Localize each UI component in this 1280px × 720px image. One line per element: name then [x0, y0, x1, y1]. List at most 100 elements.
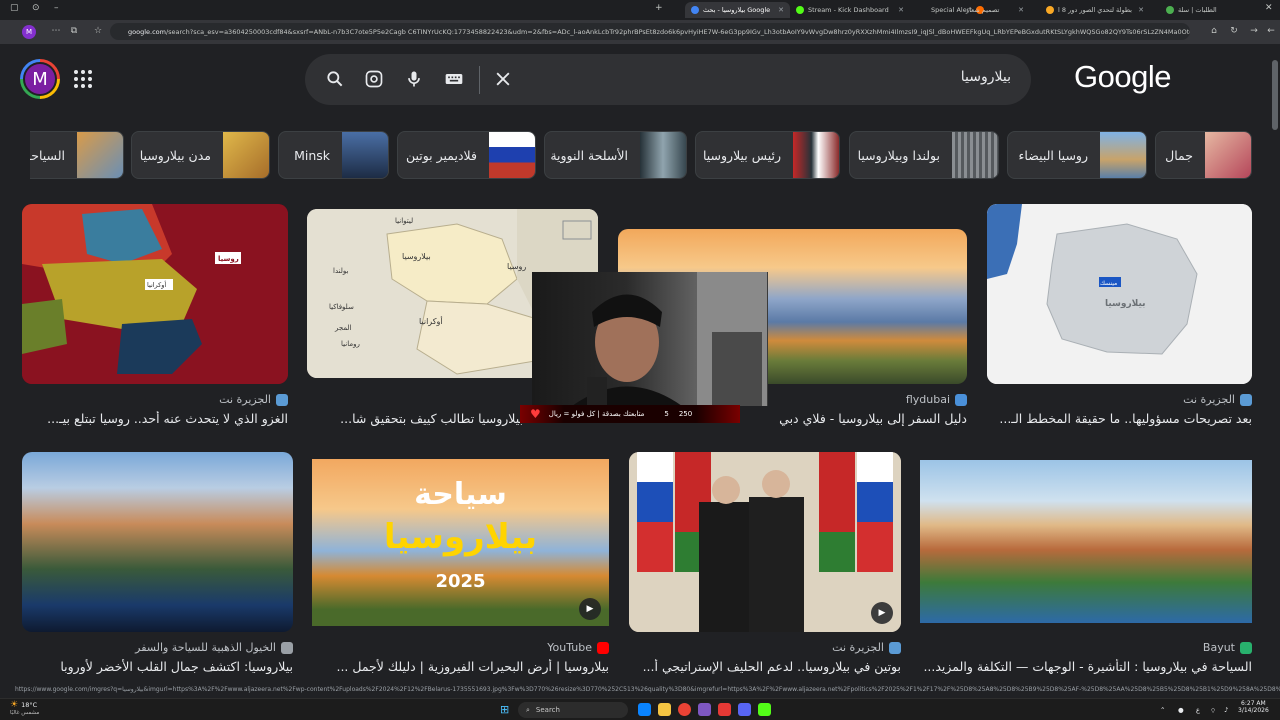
lens-icon[interactable] [364, 69, 384, 89]
tab-google-search[interactable]: بيلاروسيا - بحث Google ✕ [685, 2, 790, 18]
network-icon[interactable]: ⌔ [1210, 703, 1216, 717]
result-thumbnail[interactable]: مينسك بيلاروسيا [987, 204, 1252, 384]
url-path: /search?sca_esv=a3604250003cdf84&sxsrf=A… [165, 27, 1190, 36]
play-video-icon[interactable]: ▶ [579, 598, 601, 620]
close-window-icon[interactable]: ✕ [1265, 3, 1273, 13]
chip-label: بولندا وبيلاروسيا [857, 147, 940, 163]
result-title[interactable]: السياحة في بيلاروسيا : التأشيرة - الوجها… [920, 659, 1252, 674]
chip-thumbnail [1205, 132, 1251, 178]
tab-search-icon[interactable]: ⧉ [68, 26, 80, 36]
result-thumbnail[interactable]: سياحة بيلاروسيا 2025 ▶ [312, 459, 609, 626]
result-source[interactable]: YouTube [547, 641, 609, 654]
image-result[interactable]: مينسك بيلاروسيا الجزيرة نت بعد تصريحات م… [987, 204, 1252, 430]
result-source[interactable]: الجزيرة نت [219, 393, 288, 406]
windows-start-icon[interactable]: ⊞ [500, 702, 509, 716]
account-avatar[interactable]: M [20, 59, 60, 99]
microphone-tray-icon[interactable]: ● [1178, 703, 1184, 717]
google-logo[interactable]: Google [1074, 59, 1171, 95]
result-thumbnail[interactable] [920, 460, 1252, 623]
chip-thumbnail [489, 132, 535, 178]
forward-icon[interactable]: → [1248, 26, 1260, 36]
result-source[interactable]: الجزيرة نت [832, 641, 901, 654]
chip-thumbnail [793, 132, 839, 178]
chip-belarus-president[interactable]: رئيس بيلاروسيا [695, 131, 840, 179]
close-tab-icon[interactable]: ✕ [898, 6, 904, 14]
new-tab-button[interactable]: + [655, 3, 663, 13]
taskbar-app-icon[interactable] [698, 703, 711, 716]
image-result[interactable]: ▶ الجزيرة نت بوتين في بيلاروسيا.. لدعم ا… [629, 452, 901, 680]
result-source[interactable]: flydubai [906, 393, 967, 406]
result-thumbnail[interactable] [22, 452, 293, 632]
play-video-icon[interactable]: ▶ [871, 602, 893, 624]
tab-logo-design[interactable]: تصميم شعار [960, 2, 1040, 18]
chip-belarus-cities[interactable]: مدن بيلاروسيا [131, 131, 270, 179]
result-title[interactable]: بيلاروسيا: اكتشف جمال القلب الأخضر لأورو… [22, 659, 293, 674]
google-apps-icon[interactable] [74, 70, 92, 88]
weather-temp: 18°C [21, 701, 38, 709]
page-scrollbar[interactable] [1272, 60, 1278, 130]
tab-photo-contest[interactable]: بطولة لتحدي الصور دور 8 ا ✕ [1040, 2, 1150, 18]
result-title[interactable]: الغزو الذي لا يتحدث عنه أحد.. روسيا تبتل… [22, 411, 288, 426]
minimize-icon[interactable]: – [54, 3, 59, 13]
result-title[interactable]: بعد تصريحات مسؤوليها.. ما حقيقة المخطط ا… [987, 411, 1252, 426]
thumbnail-heading-accent: بيلاروسيا [383, 517, 538, 557]
browser-profile-icon[interactable]: M [22, 25, 36, 39]
clock[interactable]: 6:27 AM 3/14/2026 [1238, 700, 1269, 714]
microphone-icon[interactable] [404, 69, 424, 89]
chrome-icon[interactable] [678, 703, 691, 716]
input-language[interactable]: ع [1196, 703, 1200, 717]
banner-goal: 250 [678, 410, 693, 418]
back-icon[interactable]: ← [1265, 26, 1277, 36]
tab-salla-orders[interactable]: الطلبات | سلة [1160, 2, 1250, 18]
link-status-bar: https://www.google.com/imgres?q=بيلاروسي… [15, 686, 1280, 698]
taskbar-app-icon[interactable] [638, 703, 651, 716]
close-tab-icon[interactable]: ✕ [778, 6, 784, 14]
source-name: الجزيرة نت [219, 393, 271, 406]
chip-vladimir-putin[interactable]: فلاديمير بوتين [397, 131, 536, 179]
taskbar-search[interactable]: ⌕ Search [518, 702, 628, 718]
reload-icon[interactable]: ↻ [1228, 26, 1240, 36]
result-thumbnail[interactable]: روسيا أوكرانيا [22, 204, 288, 384]
result-source[interactable]: Bayut [1203, 641, 1252, 654]
chip-white-russia[interactable]: روسيا البيضاء [1007, 131, 1147, 179]
result-source[interactable]: الخيول الذهبية للسياحة والسفر [135, 641, 293, 654]
search-query[interactable]: بيلاروسيا [961, 69, 1011, 85]
weather-widget[interactable]: ☀ 18°C مشمس غالبًا [10, 700, 39, 716]
source-favicon-icon [1240, 393, 1252, 406]
result-source[interactable]: الجزيرة نت [1183, 393, 1252, 406]
address-bar[interactable]: google.com/search?sca_esv=a3604250003cdf… [110, 23, 1190, 40]
svg-text:بيلاروسيا: بيلاروسيا [402, 252, 431, 261]
clear-search-icon[interactable] [493, 69, 513, 89]
file-explorer-icon[interactable] [658, 703, 671, 716]
home-icon[interactable]: ⌂ [1208, 26, 1220, 36]
image-result[interactable]: Bayut السياحة في بيلاروسيا : التأشيرة - … [920, 452, 1252, 680]
image-result[interactable]: سياحة بيلاروسيا 2025 ▶ YouTube بيلاروسيا… [312, 452, 609, 680]
svg-text:مينسك: مينسك [1100, 280, 1117, 287]
tray-chevron-icon[interactable]: ⌃ [1160, 703, 1165, 717]
result-thumbnail[interactable]: ▶ [629, 452, 901, 632]
bookmark-star-icon[interactable]: ☆ [92, 26, 104, 36]
chip-label: Minsk [294, 147, 330, 163]
result-title[interactable]: بيلاروسيا | أرض البحيرات الفيروزية | دلي… [312, 659, 609, 674]
close-tab-icon[interactable]: ✕ [1138, 6, 1144, 14]
window-menu-icon[interactable]: ▢ [10, 3, 19, 13]
image-result[interactable]: الخيول الذهبية للسياحة والسفر بيلاروسيا:… [22, 452, 293, 680]
extensions-icon[interactable]: ⋯ [50, 26, 62, 36]
chip-minsk[interactable]: Minsk [278, 131, 389, 179]
search-icon[interactable] [325, 69, 345, 89]
chip-tourism[interactable]: السياحة [30, 131, 124, 179]
taskbar-app-icon[interactable] [718, 703, 731, 716]
volume-icon[interactable]: ♪ [1224, 703, 1228, 717]
chrome-logo-icon[interactable]: ⊙ [32, 3, 40, 13]
chip-jamal[interactable]: جمال [1155, 131, 1252, 179]
search-box[interactable]: بيلاروسيا [305, 54, 1031, 105]
kick-icon[interactable] [758, 703, 771, 716]
image-result[interactable]: روسيا أوكرانيا الجزيرة نت الغزو الذي لا … [22, 204, 288, 430]
tab-kick-dashboard[interactable]: Stream - Kick Dashboard ✕ [790, 2, 910, 18]
discord-icon[interactable] [738, 703, 751, 716]
result-title[interactable]: بوتين في بيلاروسيا.. لدعم الحليف الإسترا… [629, 659, 901, 674]
result-title[interactable]: بيلاروسيا تطالب كييف بتحقيق شا... [303, 411, 523, 426]
keyboard-icon[interactable] [444, 69, 464, 89]
chip-poland-belarus[interactable]: بولندا وبيلاروسيا [849, 131, 999, 179]
chip-nuclear-weapons[interactable]: الأسلحة النووية [544, 131, 687, 179]
